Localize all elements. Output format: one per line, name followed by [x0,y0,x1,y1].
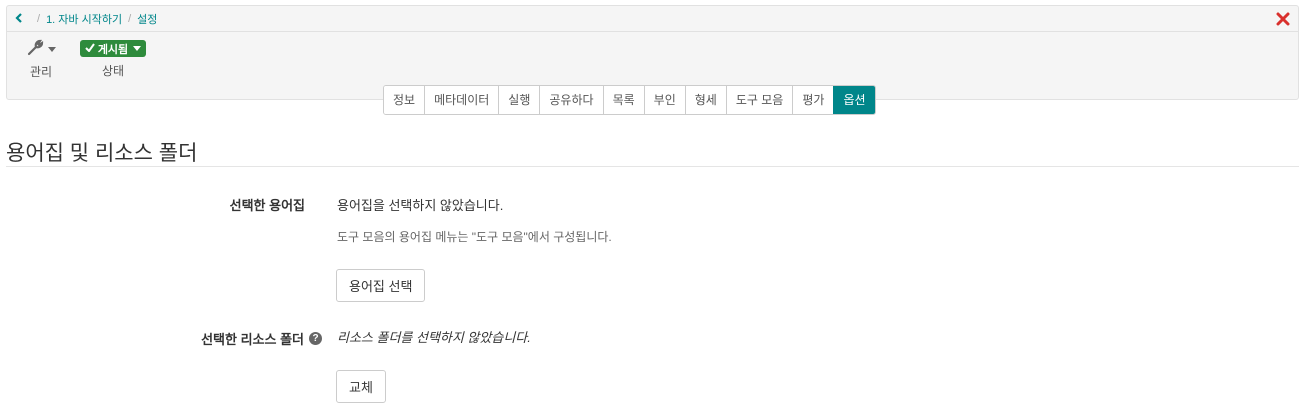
caret-down-icon [133,46,142,51]
tab-toolbar[interactable]: 도구 모음 [725,86,793,114]
resource-folder-label-text: 선택한 리소스 폴더 [201,332,304,347]
section-divider [6,166,1299,167]
tab-layout[interactable]: 형세 [684,86,726,114]
caret-down-icon [47,46,56,52]
glossary-label-text: 선택한 용어집 [229,198,305,213]
tab-disclaimer[interactable]: 부인 [643,86,685,114]
status-tool[interactable]: 게시됨 상태 [77,40,149,79]
tab-run[interactable]: 실행 [498,86,540,114]
breadcrumb-item-course[interactable]: 1. 자바 시작하기 [46,11,122,27]
glossary-label: 선택한 용어집 [230,195,305,214]
settings-tabs: 정보 메타데이터 실행 공유하다 목록 부인 형세 도구 모음 평가 옵션 [383,85,876,115]
glossary-value: 용어집을 선택하지 않았습니다. [337,198,504,213]
section-title: 용어집 및 리소스 폴더 [6,142,198,165]
status-badge[interactable]: 게시됨 [79,40,147,57]
tab-share[interactable]: 공유하다 [539,86,603,114]
tab-metadata[interactable]: 메타데이터 [424,86,499,114]
wrench-icon [27,39,44,59]
status-badge-text: 게시됨 [97,43,129,56]
replace-button[interactable]: 교체 [336,370,386,403]
glossary-hint: 도구 모음의 용어집 메뉴는 "도구 모음"에서 구성됩니다. [337,230,612,244]
tab-info[interactable]: 정보 [384,86,425,114]
resource-folder-label: 선택한 리소스 폴더 ? [201,329,322,348]
close-icon[interactable] [1276,12,1290,26]
select-glossary-button[interactable]: 용어집 선택 [336,269,426,302]
breadcrumb-separator: / [37,12,41,25]
breadcrumb: / 1. 자바 시작하기 / 설정 [7,6,1298,32]
resource-folder-value: 리소스 폴더를 선택하지 않았습니다. [337,330,531,345]
help-icon[interactable]: ? [309,332,322,345]
tab-assessment[interactable]: 평가 [792,86,834,114]
check-icon [85,42,98,55]
back-chevron-icon[interactable] [15,11,23,26]
tab-list[interactable]: 목록 [602,86,644,114]
status-label: 상태 [101,64,125,78]
manage-label: 관리 [29,65,53,79]
manage-tool[interactable]: 관리 [17,39,65,80]
tab-options[interactable]: 옵션 [833,86,875,114]
breadcrumb-separator: / [128,12,132,25]
breadcrumb-item-settings[interactable]: 설정 [137,11,157,27]
manage-dropdown[interactable] [27,39,56,59]
